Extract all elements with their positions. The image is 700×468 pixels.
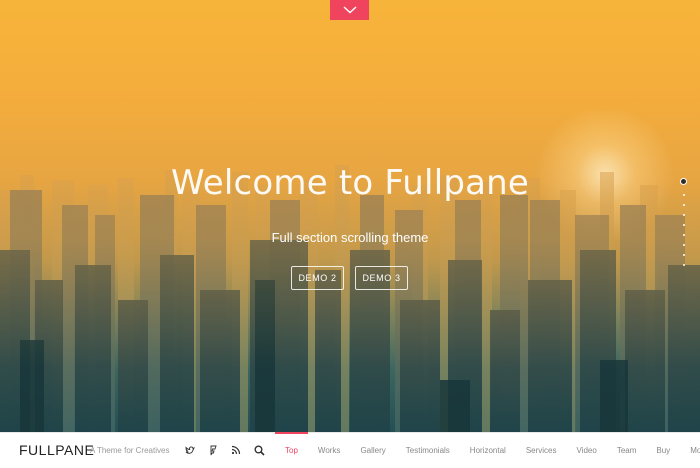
demo-2-button[interactable]: DEMO 2 [291, 266, 344, 290]
hero-section: Welcome to Fullpane Full section scrolli… [0, 0, 700, 432]
section-dot-9[interactable] [683, 264, 685, 266]
nav-item-buy[interactable]: Buy [646, 433, 680, 468]
nav-item-top[interactable]: Top [275, 432, 308, 468]
search-icon[interactable] [252, 443, 266, 457]
chevron-down-icon [342, 6, 357, 14]
section-dot-2[interactable] [683, 194, 685, 196]
main-nav: Top Works Gallery Testimonials Horizonta… [275, 432, 700, 468]
demo-3-button[interactable]: DEMO 3 [355, 266, 408, 290]
rss-icon[interactable] [229, 443, 243, 457]
menu-toggle-button[interactable] [330, 0, 369, 20]
section-dot-5[interactable] [683, 224, 685, 226]
section-dot-8[interactable] [683, 254, 685, 256]
section-dot-6[interactable] [683, 234, 685, 236]
nav-item-testimonials[interactable]: Testimonials [396, 433, 460, 468]
nav-item-horizontal[interactable]: Horizontal [460, 433, 516, 468]
hero-subtitle: Full section scrolling theme [271, 230, 429, 245]
bottom-nav-bar: FULLPANE A Theme for Creatives Top Works… [0, 432, 700, 468]
nav-item-gallery[interactable]: Gallery [350, 433, 395, 468]
section-dot-7[interactable] [683, 244, 685, 246]
hero-title: Welcome to Fullpane [170, 163, 530, 203]
nav-item-services[interactable]: Services [516, 433, 567, 468]
social-links [183, 443, 266, 457]
foursquare-icon[interactable] [206, 443, 220, 457]
nav-item-video[interactable]: Video [567, 433, 607, 468]
section-dot-4[interactable] [683, 214, 685, 216]
twitter-icon[interactable] [183, 443, 197, 457]
city-skyline-image [0, 165, 700, 432]
nav-item-works[interactable]: Works [308, 433, 351, 468]
nav-item-team[interactable]: Team [607, 433, 647, 468]
nav-item-more-label: More [690, 446, 700, 455]
tagline: A Theme for Creatives [90, 446, 170, 455]
section-dot-1[interactable] [680, 178, 687, 185]
section-dot-3[interactable] [683, 204, 685, 206]
brand-logo[interactable]: FULLPANE [19, 442, 94, 458]
nav-item-more[interactable]: More [680, 433, 700, 468]
